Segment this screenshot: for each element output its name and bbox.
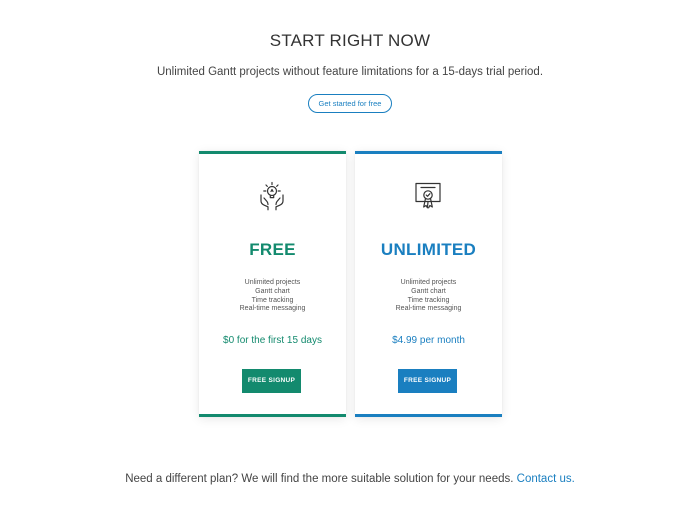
footer-text: Need a different plan? We will find the … [125, 473, 514, 485]
feature-item: Time tracking [407, 296, 450, 304]
idea-hands-icon [260, 181, 284, 211]
feature-item: Time tracking [251, 296, 294, 304]
feature-item: Real-time messaging [239, 305, 306, 313]
free-signup-button[interactable]: FREE SIGNUP [242, 369, 301, 393]
page-title: START RIGHT NOW [269, 31, 431, 50]
feature-item: Unlimited projects [400, 279, 457, 286]
plan-card-unlimited: UNLIMITED Unlimited projects Gantt chart… [355, 151, 502, 417]
get-started-button[interactable]: Get started for free [308, 94, 392, 113]
page-subtitle: Unlimited Gantt projects without feature… [156, 66, 544, 78]
unlimited-signup-button[interactable]: FREE SIGNUP [398, 369, 457, 393]
feature-item: Gantt chart [411, 287, 446, 295]
certificate-icon [415, 182, 441, 209]
feature-item: Unlimited projects [244, 279, 301, 286]
feature-item: Gantt chart [255, 287, 290, 295]
feature-list: Unlimited projects Gantt chart Time trac… [355, 279, 502, 314]
plan-price: $4.99 per month [392, 335, 465, 346]
plan-price: $0 for the first 15 days [223, 335, 322, 346]
footer-note: Need a different plan? We will find the … [0, 473, 700, 485]
plan-name: UNLIMITED [380, 240, 477, 259]
feature-list: Unlimited projects Gantt chart Time trac… [199, 279, 346, 314]
feature-item: Real-time messaging [395, 305, 462, 313]
plan-card-free: FREE Unlimited projects Gantt chart Time… [199, 151, 346, 417]
contact-us-link[interactable]: Contact us. [517, 473, 575, 485]
plan-name: FREE [249, 240, 296, 259]
